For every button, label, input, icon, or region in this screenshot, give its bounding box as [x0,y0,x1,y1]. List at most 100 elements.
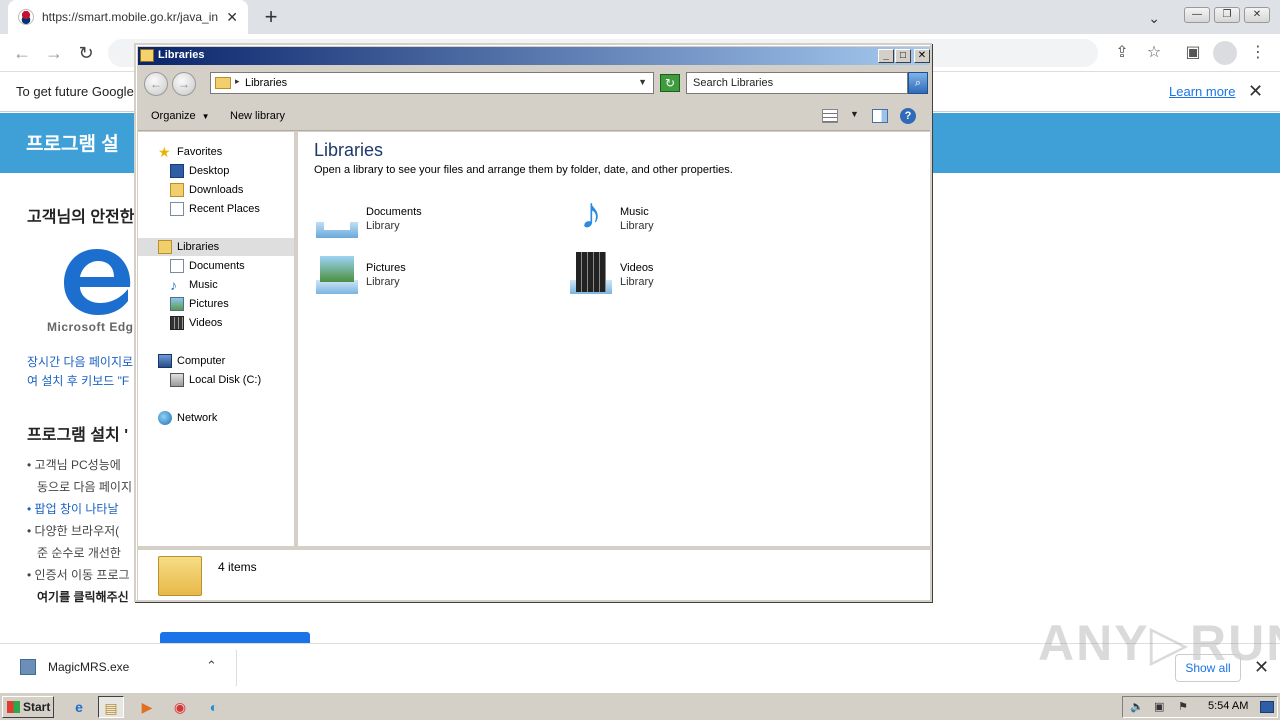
close-window-button[interactable]: ✕ [1244,6,1270,23]
site-favicon-icon [18,9,34,25]
help-icon[interactable]: ? [900,108,916,124]
tab-close-icon[interactable]: ✕ [226,9,238,26]
minimize-button[interactable]: — [1184,6,1210,23]
clock[interactable]: 5:54 AM [1208,700,1248,712]
volume-icon[interactable]: 🔈 [1130,700,1144,713]
show-desktop-icon[interactable] [1260,701,1274,713]
explorer-maximize-button[interactable]: □ [895,49,911,63]
tab-title: https://smart.mobile.go.kr/java_inst [42,10,219,24]
profile-avatar[interactable] [1213,41,1237,65]
preview-pane-icon[interactable] [872,109,888,123]
side-panel-icon[interactable]: ▣ [1181,41,1205,65]
search-icon[interactable]: ⌕ [908,72,928,94]
organize-button[interactable]: Organize ▼ [151,110,210,122]
explorer-back-arrow-icon[interactable]: ← [144,72,168,96]
reload-icon[interactable]: ↻ [74,41,98,65]
library-tile-pictures[interactable]: Pictures Library [314,250,544,300]
explorer-window: Libraries _ □ ✕ ← → ▸ Libraries ▼ ↻ Sear… [134,43,932,602]
chevron-up-icon[interactable]: ⌃ [206,658,217,674]
forward-arrow-icon[interactable]: → [42,41,66,65]
nav-item-documents[interactable]: Documents [170,257,245,275]
restore-button[interactable]: ❐ [1214,6,1240,23]
nav-item-network[interactable]: Network [158,409,217,427]
nav-item-favorites[interactable]: ★ Favorites [158,143,222,161]
refresh-icon[interactable]: ↻ [660,74,680,92]
pictures-library-icon [314,250,360,296]
browser-tab[interactable]: https://smart.mobile.go.kr/java_inst ✕ [8,0,248,34]
nav-item-downloads[interactable]: Downloads [170,181,243,199]
explorer-address-bar[interactable]: ▸ Libraries ▼ [210,72,654,94]
explorer-taskbar-icon[interactable]: ▤ [98,696,124,718]
download-file-name[interactable]: MagicMRS.exe [48,660,129,674]
music-library-icon: ♪ [580,189,602,238]
nav-item-libraries[interactable]: Libraries [138,238,294,256]
music-note-icon: ♪ [170,277,177,293]
nav-item-music[interactable]: ♪ Music [170,276,218,294]
chevron-down-icon: ▼ [201,112,210,121]
breadcrumb[interactable]: Libraries [245,77,287,89]
libraries-large-icon [158,556,202,596]
browser-window-controls: ⌄ — ❐ ✕ [1148,2,1270,27]
navigation-pane: ★ Favorites Desktop Downloads Recent Pla… [138,132,296,546]
nav-item-computer[interactable]: Computer [158,352,225,370]
new-library-button[interactable]: New library [230,110,285,122]
search-input[interactable]: Search Libraries [686,72,908,94]
nav-item-recent-places[interactable]: Recent Places [170,200,260,218]
change-view-icon[interactable] [822,109,838,123]
nav-item-desktop[interactable]: Desktop [170,162,229,180]
explorer-minimize-button[interactable]: _ [878,49,894,63]
back-arrow-icon[interactable]: ← [10,41,34,65]
nav-item-pictures[interactable]: Pictures [170,295,229,313]
window-title: Libraries [158,49,205,61]
show-all-button[interactable]: Show all [1175,654,1241,682]
share-icon[interactable]: ⇪ [1110,41,1134,65]
library-tile-videos[interactable]: Videos Library [568,250,798,300]
star-icon: ★ [158,144,171,160]
edge-logo-icon [64,249,131,315]
edge-caption: Microsoft Edg [47,320,134,334]
network-tray-icon[interactable]: ▣ [1154,700,1164,713]
bullet-item: • 인증서 이동 프로그 [27,568,130,582]
desktop-icon [170,164,184,178]
bullet-item[interactable]: • 팝업 창이 나타날 [27,500,118,517]
view-dropdown-icon[interactable]: ▼ [850,109,859,119]
nav-label: Local Disk (C:) [189,374,262,386]
exe-file-icon [20,659,36,675]
nav-item-videos[interactable]: Videos [170,314,222,332]
ie-taskbar-icon[interactable]: e [66,696,92,718]
address-dropdown-icon[interactable]: ▼ [638,77,647,87]
page-link-line[interactable]: 장시간 다음 페이지로 [27,353,133,370]
organize-label: Organize [151,110,196,122]
learn-more-link[interactable]: Learn more [1169,84,1235,99]
nav-label: Pictures [189,298,229,310]
start-button[interactable]: Start [2,696,54,718]
tab-search-chevron-icon[interactable]: ⌄ [1148,10,1160,27]
breadcrumb-arrow-icon[interactable]: ▸ [235,76,240,87]
nav-label: Documents [189,260,245,272]
menu-kebab-icon[interactable]: ⋮ [1246,41,1270,65]
taskbar: Start e ▤ ▶ ◉ ◐ 🔈 ▣ ⚑ 5:54 AM [0,692,1280,720]
action-center-flag-icon[interactable]: ⚑ [1178,700,1188,713]
explorer-forward-arrow-icon[interactable]: → [172,72,196,96]
library-tile-documents[interactable]: Documents Library [314,194,544,244]
media-player-taskbar-icon[interactable]: ▶ [134,696,160,718]
page-link-line[interactable]: 여 설치 후 키보드 "F [27,372,129,389]
bullet-item: • 다양한 브라우저( [27,524,120,538]
shelf-close-icon[interactable]: ✕ [1254,657,1269,678]
item-count: 4 items [218,560,257,574]
bullet-item[interactable]: 여기를 클릭해주신 [37,588,129,605]
library-name: Music [620,206,649,218]
explorer-close-button[interactable]: ✕ [914,49,930,63]
pictures-icon [170,297,184,311]
library-tile-music[interactable]: ♪ Music Library [568,189,798,244]
edge-taskbar-icon[interactable]: ◐ [201,696,227,718]
bookmark-star-icon[interactable]: ☆ [1142,41,1166,65]
chrome-taskbar-icon[interactable]: ◉ [167,696,193,718]
new-tab-button[interactable]: + [258,4,284,30]
info-bar-close-icon[interactable]: ✕ [1248,81,1263,102]
nav-label: Recent Places [189,203,260,215]
nav-item-local-disk[interactable]: Local Disk (C:) [170,371,261,389]
banner-title: 프로그램 설 [26,134,119,155]
nav-label: Libraries [177,241,220,253]
explorer-title-bar[interactable]: Libraries _ □ ✕ [138,47,930,65]
